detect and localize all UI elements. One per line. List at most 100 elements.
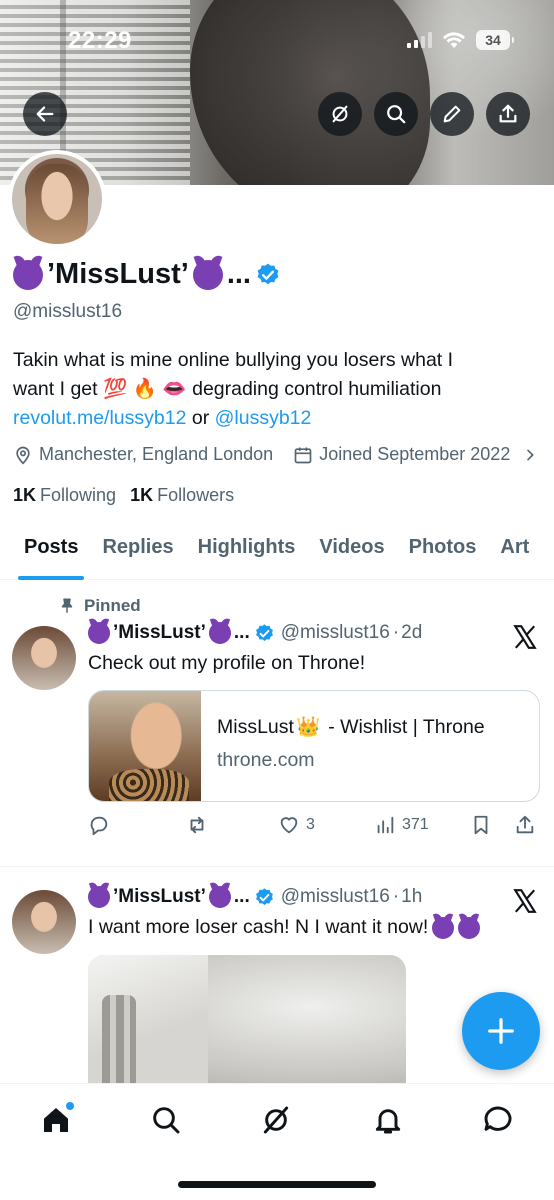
heart-icon — [280, 817, 298, 834]
calendar-icon — [294, 447, 312, 463]
link-card-body: MissLust 👑 - Wishlist | Throne throne.co… — [201, 691, 485, 801]
post-time-separator: · — [392, 622, 400, 643]
post-avatar[interactable] — [12, 626, 76, 690]
followers-label: Followers — [157, 485, 235, 505]
following-count: 1K — [13, 485, 37, 505]
bookmark-button[interactable] — [470, 814, 492, 836]
profile-location: Manchester, England London — [13, 444, 273, 465]
tab-photos[interactable]: Photos — [409, 528, 477, 580]
share-icon — [499, 104, 517, 123]
like-count: 3 — [306, 816, 315, 833]
grok-icon — [332, 105, 348, 123]
follow-stats: 1K Following 1K Followers — [13, 485, 234, 506]
search-button[interactable] — [374, 92, 418, 136]
link-card-domain: throne.com — [217, 749, 315, 771]
joined-text: Joined September 2022 — [319, 444, 511, 464]
smiling-devil-emoji-icon — [208, 886, 231, 908]
post-author-handle: @misslust16 — [280, 622, 390, 643]
followers-link[interactable]: 1K Followers — [130, 485, 234, 506]
profile-handle: @misslust16 — [13, 301, 123, 322]
post-author-handle: @misslust16 — [280, 886, 390, 907]
messages-icon — [484, 1106, 512, 1131]
tab-replies[interactable]: Replies — [102, 528, 173, 580]
smiling-devil-emoji-icon — [88, 622, 110, 644]
post-header: ’MissLust’ ... @misslust16 · 2d — [88, 622, 422, 644]
profile-meta: Manchester, England London Joined Septem… — [13, 444, 544, 465]
tab-videos[interactable]: Videos — [319, 528, 384, 580]
post-author-name[interactable]: ’MissLust’ ... — [88, 622, 250, 644]
post-header: ’MissLust’ ... @misslust16 · 1h — [88, 886, 422, 908]
bio-line-3: revolut.me/lussyb12 or @lussyb12 — [13, 404, 543, 433]
smiling-devil-emoji-icon — [432, 916, 455, 939]
nav-notifications[interactable] — [370, 1102, 406, 1138]
repost-button[interactable] — [186, 814, 208, 836]
nav-grok[interactable] — [258, 1102, 294, 1138]
like-button[interactable]: 3 — [278, 814, 315, 836]
status-icons: 34 — [407, 30, 514, 50]
smiling-devil-emoji-icon — [208, 622, 231, 644]
smiling-devil-emoji-icon — [458, 916, 481, 939]
nav-home[interactable] — [38, 1102, 74, 1138]
post-image[interactable] — [88, 955, 406, 1085]
share-post-button[interactable] — [514, 814, 536, 836]
display-name-ellipsis: ... — [226, 258, 251, 290]
views-button[interactable]: 371 — [374, 814, 429, 836]
smiling-devil-emoji-icon — [88, 886, 110, 908]
nav-messages[interactable] — [480, 1102, 516, 1138]
views-count: 371 — [402, 816, 429, 833]
bio-line-1: Takin what is mine online bullying you l… — [13, 349, 454, 371]
chevron-right-icon[interactable] — [522, 447, 538, 463]
link-card[interactable]: MissLust 👑 - Wishlist | Throne throne.co… — [88, 690, 540, 802]
bio-link-mention[interactable]: @lussyb12 — [215, 407, 312, 429]
edit-button[interactable] — [430, 92, 474, 136]
smiling-devil-emoji-icon — [192, 259, 223, 290]
crown-emoji: 👑 — [295, 716, 321, 738]
views-chart-icon — [377, 816, 394, 834]
cellular-signal-icon — [407, 32, 432, 48]
reply-icon — [90, 816, 108, 836]
back-button[interactable] — [23, 92, 67, 136]
battery-icon: 34 — [476, 30, 514, 50]
post-actions: 3 371 — [88, 814, 548, 840]
link-card-title: MissLust 👑 - Wishlist | Throne — [217, 715, 485, 739]
share-icon — [516, 815, 534, 834]
smiling-devil-emoji-icon — [13, 259, 43, 290]
post-time[interactable]: 1h — [401, 886, 422, 908]
post-text: I want more loser cash! N I want it now! — [88, 916, 481, 939]
bio-or-text: or — [191, 407, 210, 429]
notifications-icon — [375, 1109, 401, 1134]
edit-icon — [443, 105, 461, 123]
bio-line-2-rest: degrading control humiliation — [192, 378, 442, 400]
post-time[interactable]: 2d — [401, 622, 422, 644]
tab-highlights[interactable]: Highlights — [198, 528, 296, 580]
reply-button[interactable] — [88, 814, 110, 836]
grok-button[interactable] — [318, 92, 362, 136]
search-icon — [153, 1107, 180, 1134]
profile-avatar[interactable] — [8, 150, 106, 248]
status-time: 22:29 — [68, 27, 132, 54]
post-divider — [0, 866, 554, 867]
post-text: Check out my profile on Throne! — [88, 652, 366, 674]
post-time-separator: · — [392, 886, 400, 907]
pin-icon — [61, 598, 73, 613]
plus-icon — [488, 1018, 514, 1044]
link-card-title-rest: - Wishlist | Throne — [328, 715, 485, 738]
nav-search[interactable] — [148, 1102, 184, 1138]
x-logo-icon[interactable] — [512, 624, 538, 650]
post-author-name[interactable]: ’MissLust’ ... — [88, 886, 250, 908]
search-icon — [387, 105, 406, 124]
compose-post-button[interactable] — [462, 992, 540, 1070]
location-pin-icon — [16, 446, 30, 465]
x-logo-icon[interactable] — [512, 888, 538, 914]
verified-badge-icon[interactable] — [255, 262, 281, 288]
following-link[interactable]: 1K Following — [13, 485, 116, 506]
home-indicator — [178, 1181, 376, 1188]
post-avatar[interactable] — [12, 890, 76, 954]
tab-articles[interactable]: Art — [500, 528, 529, 580]
post-author-name-text: ’MissLust’ — [113, 622, 206, 643]
share-button[interactable] — [486, 92, 530, 136]
tab-posts[interactable]: Posts — [17, 528, 85, 580]
pinned-indicator: Pinned — [58, 596, 141, 616]
bio-link-revolut[interactable]: revolut.me/lussyb12 — [13, 407, 186, 429]
post-author-ellipsis: ... — [233, 886, 250, 907]
